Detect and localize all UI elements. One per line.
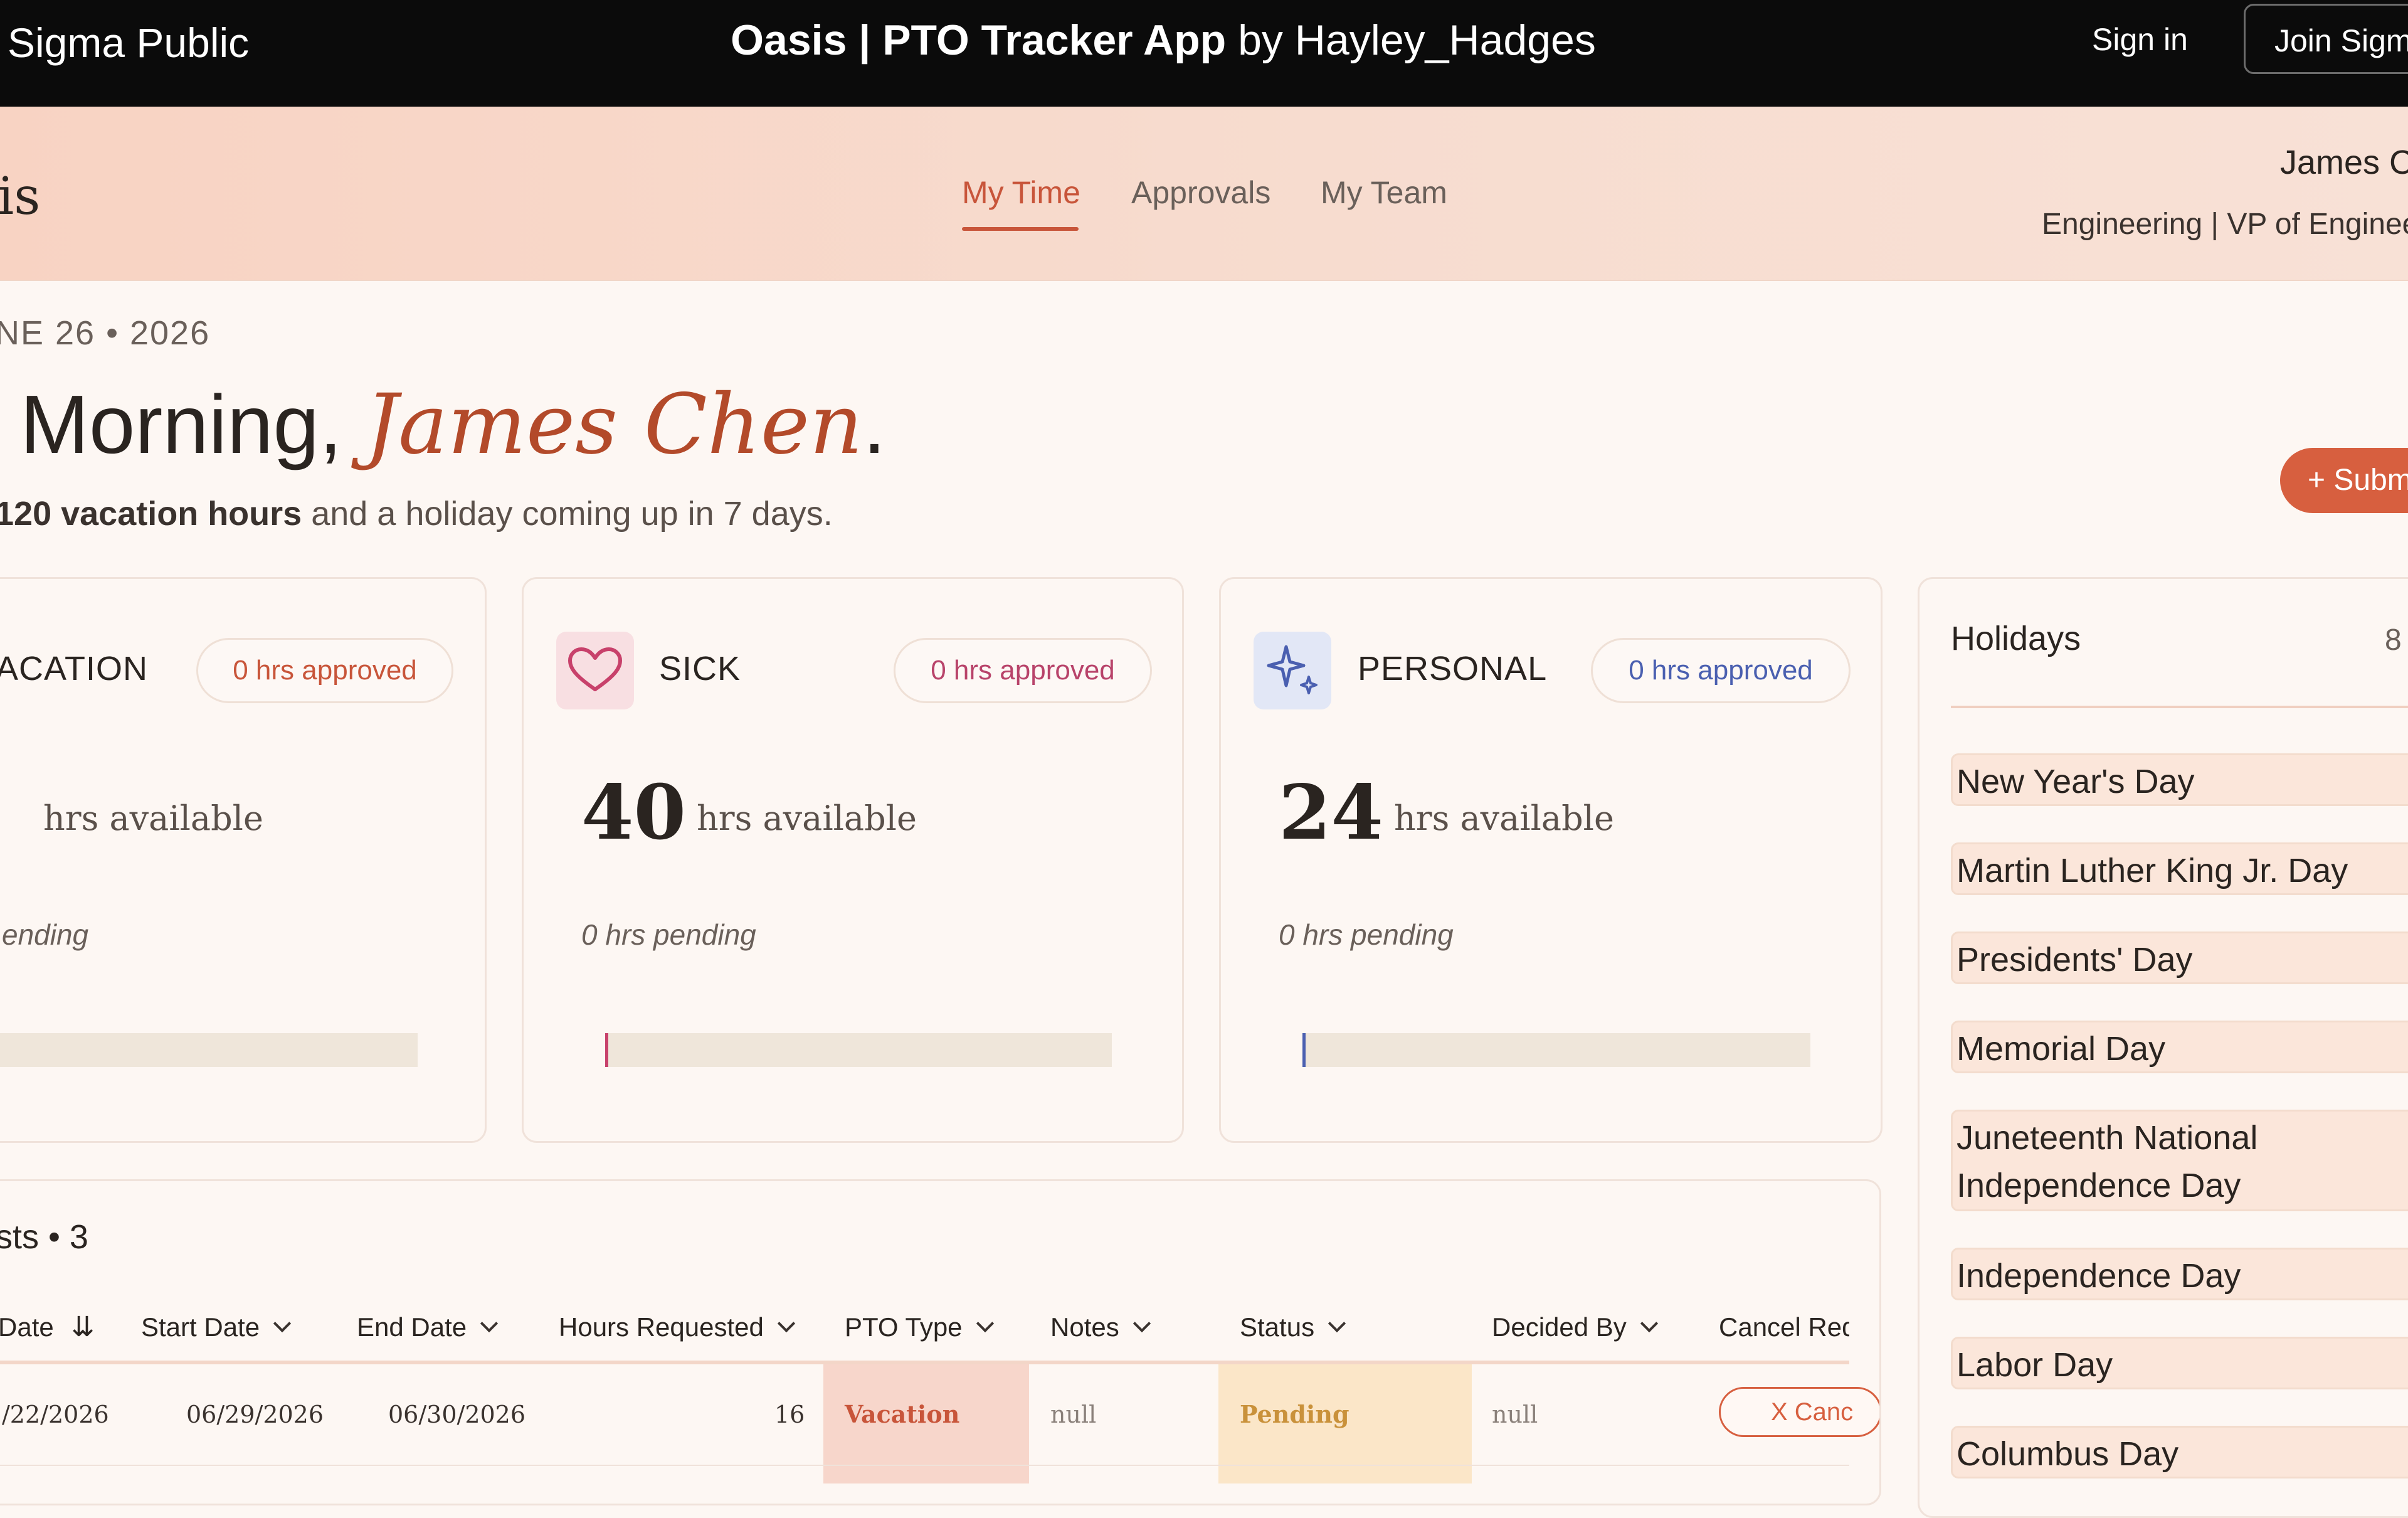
available-label: hrs available — [697, 799, 917, 838]
sort-desc-icon[interactable]: ⇊ — [71, 1312, 95, 1342]
approved-pill: 0 hrs approved — [1591, 638, 1851, 703]
requests-table: Date ⇊ Start Date End Date Hours Requeste… — [0, 1293, 1849, 1504]
pto-card-sick: SICK 0 hrs approved 40 hrs available 0 h… — [522, 577, 1184, 1143]
status-badge: Pending — [1240, 1400, 1349, 1428]
user-role: Engineering | VP of Enginee — [2042, 208, 2408, 241]
card-title: PERSONAL — [1358, 650, 1548, 687]
approved-pill: 0 hrs approved — [196, 638, 453, 703]
column-header-date[interactable]: Date ⇊ — [0, 1293, 95, 1362]
submit-request-button[interactable]: + Subm — [2280, 448, 2408, 513]
sparkle-icon — [1254, 632, 1331, 709]
date-line: NE 26 • 2026 — [0, 314, 211, 352]
app-title-bold: Oasis | PTO Tracker App — [731, 16, 1227, 64]
user-name: James C — [2280, 144, 2408, 181]
column-label: End Date — [357, 1312, 467, 1342]
available-number: 24 — [1279, 768, 1383, 857]
available-label: hrs available — [1394, 799, 1614, 838]
chevron-down-icon — [1328, 1314, 1346, 1333]
cell-hours: 16 — [774, 1401, 805, 1428]
column-label: Hours Requested — [559, 1312, 764, 1342]
row-divider — [0, 1465, 1849, 1466]
greeting-suffix: . — [863, 378, 886, 470]
card-title: SICK — [659, 650, 741, 687]
tab-approvals[interactable]: Approvals — [1131, 174, 1270, 211]
card-title: ACATION — [0, 650, 149, 687]
column-label: Date — [0, 1312, 54, 1342]
greeting-prefix: l Morning, — [0, 378, 366, 470]
cell-pto-type: Vacation — [845, 1400, 960, 1428]
active-tab-indicator — [962, 227, 1079, 231]
app-header: is My Time Approvals My Team James C Eng… — [0, 107, 2408, 281]
column-header-notes[interactable]: Notes — [1050, 1293, 1151, 1362]
cell-end-date: 06/30/2026 — [388, 1401, 526, 1428]
requests-panel: sts • 3 Date ⇊ Start Date End Date Hours … — [0, 1179, 1881, 1505]
app-title-author: by Hayley_Hadges — [1226, 16, 1596, 64]
holiday-item: Juneteenth National Independence Day — [1951, 1110, 2408, 1211]
available-number: 40 — [581, 768, 686, 857]
holidays-count: 8 — [2385, 624, 2402, 657]
column-header-pto-type[interactable]: PTO Type — [845, 1293, 994, 1362]
chevron-down-icon — [1133, 1314, 1151, 1333]
holiday-item: Labor Day — [1951, 1337, 2408, 1389]
column-header-status[interactable]: Status — [1240, 1293, 1346, 1362]
join-sigma-button[interactable]: Join Sigma — [2244, 4, 2408, 74]
holiday-item: Independence Day — [1951, 1248, 2408, 1300]
column-label: PTO Type — [845, 1312, 963, 1342]
holidays-panel: Holidays 8 New Year's Day Martin Luther … — [1918, 577, 2408, 1518]
heart-icon — [556, 632, 634, 709]
app-title: Oasis | PTO Tracker App by Hayley_Hadges — [0, 16, 2326, 65]
cell-notes: null — [1050, 1401, 1097, 1428]
pending-text: 0 hrs pending — [581, 918, 756, 951]
holiday-item: Columbus Day — [1951, 1426, 2408, 1478]
usage-marker — [605, 1033, 608, 1067]
column-label: Status — [1240, 1312, 1315, 1342]
approved-pill: 0 hrs approved — [894, 638, 1152, 703]
requests-title: sts • 3 — [0, 1218, 88, 1256]
column-label: Notes — [1050, 1312, 1119, 1342]
tab-my-team[interactable]: My Team — [1321, 174, 1447, 211]
cell-date: /22/2026 — [2, 1401, 109, 1428]
sigma-top-bar: Sigma Public Oasis | PTO Tracker App by … — [0, 0, 2408, 107]
cell-start-date: 06/29/2026 — [186, 1401, 324, 1428]
usage-marker — [1302, 1033, 1306, 1067]
column-header-hours-requested[interactable]: Hours Requested — [559, 1293, 796, 1362]
pending-text: 0 hrs pending — [1279, 918, 1454, 951]
column-label: Decided By — [1492, 1312, 1627, 1342]
column-header-end-date[interactable]: End Date — [357, 1293, 499, 1362]
column-header-decided-by[interactable]: Decided By — [1492, 1293, 1658, 1362]
chevron-down-icon — [1640, 1314, 1658, 1333]
tab-my-time[interactable]: My Time — [962, 174, 1080, 211]
cancel-request-button[interactable]: X Canc — [1719, 1387, 1879, 1437]
summary-rest: and a holiday coming up in 7 days. — [302, 495, 833, 533]
cell-decided-by: null — [1492, 1401, 1538, 1428]
sign-in-link[interactable]: Sign in — [2092, 21, 2188, 58]
holiday-item: Memorial Day — [1951, 1021, 2408, 1073]
pending-text: ending — [2, 918, 89, 951]
pto-card-vacation: ACATION 0 hrs approved 0 hrs available e… — [0, 577, 487, 1143]
holidays-divider — [1951, 706, 2408, 708]
usage-bar — [0, 1033, 418, 1067]
column-label: Start Date — [141, 1312, 260, 1342]
pto-card-personal: PERSONAL 0 hrs approved 24 hrs available… — [1219, 577, 1883, 1143]
greeting-heading: l Morning, James Chen. — [0, 376, 886, 473]
holiday-item: New Year's Day — [1951, 753, 2408, 806]
available-label: hrs available — [43, 799, 263, 838]
holiday-item: Martin Luther King Jr. Day — [1951, 842, 2408, 895]
holiday-item: Presidents' Day — [1951, 932, 2408, 984]
app-logo[interactable]: is — [0, 167, 40, 226]
usage-bar — [1302, 1033, 1810, 1067]
holidays-title: Holidays — [1951, 620, 2081, 657]
chevron-down-icon — [976, 1314, 994, 1333]
greeting-name: James Chen — [365, 376, 863, 473]
usage-bar — [605, 1033, 1112, 1067]
column-header-start-date[interactable]: Start Date — [141, 1293, 292, 1362]
column-header-cancel-request[interactable]: Cancel Req — [1719, 1293, 1849, 1362]
summary-text: 120 vacation hours and a holiday coming … — [0, 494, 833, 533]
chevron-down-icon — [480, 1314, 499, 1333]
chevron-down-icon — [777, 1314, 796, 1333]
chevron-down-icon — [273, 1314, 292, 1333]
summary-vacation-hours: 120 vacation hours — [0, 495, 302, 533]
